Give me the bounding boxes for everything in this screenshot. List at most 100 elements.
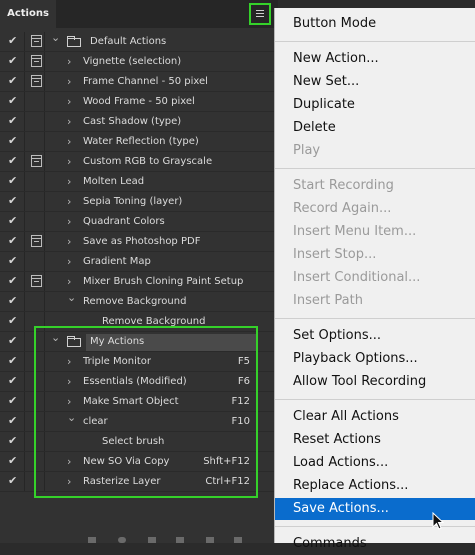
action-row[interactable]: ✔ › Quadrant Colors [0,212,278,232]
toggle-item-checkmark-icon[interactable]: ✔ [8,434,17,448]
column-divider [24,232,25,251]
menu-item-playback-options[interactable]: Playback Options... [293,348,418,370]
toggle-item-checkmark-icon[interactable]: ✔ [8,314,17,328]
toggle-item-checkmark-icon[interactable]: ✔ [8,474,17,488]
menu-item-set-options[interactable]: Set Options... [293,325,381,347]
record-icon[interactable] [118,537,126,543]
action-row[interactable]: ✔ › Custom RGB to Grayscale [0,152,278,172]
chevron-right-icon[interactable]: › [67,252,71,271]
dialog-toggle-icon[interactable] [31,75,42,87]
action-row[interactable]: ✔ › Vignette (selection) [0,52,278,72]
toggle-item-checkmark-icon[interactable]: ✔ [8,354,17,368]
menu-item-insert-path: Insert Path [293,293,363,308]
new-action-icon[interactable] [206,537,214,543]
dialog-toggle-slot[interactable] [30,95,42,107]
menu-item-button-mode[interactable]: Button Mode [293,13,376,35]
chevron-down-icon[interactable]: ⌄ [67,288,76,307]
chevron-right-icon[interactable]: › [67,192,71,211]
dialog-toggle-slot[interactable] [30,175,42,187]
action-row[interactable]: ✔ › Cast Shadow (type) [0,112,278,132]
toggle-item-checkmark-icon[interactable]: ✔ [8,254,17,268]
menu-separator [275,318,475,319]
action-row[interactable]: ✔ › Frame Channel - 50 pixel [0,72,278,92]
dialog-toggle-icon[interactable] [31,235,42,247]
column-divider [24,32,25,51]
menu-item-start-recording: Start Recording [293,178,394,193]
toggle-item-checkmark-icon[interactable]: ✔ [8,214,17,228]
action-row[interactable]: ✔ › Sepia Toning (layer) [0,192,278,212]
menu-item-reset-actions[interactable]: Reset Actions [293,429,381,451]
stop-icon[interactable] [88,537,96,543]
chevron-right-icon[interactable]: › [67,72,71,91]
dialog-toggle-slot[interactable] [30,295,42,307]
menu-item-load-actions[interactable]: Load Actions... [293,452,388,474]
toggle-item-checkmark-icon[interactable]: ✔ [8,374,17,388]
toggle-item-checkmark-icon[interactable]: ✔ [8,74,17,88]
chevron-right-icon[interactable]: › [67,112,71,131]
action-row[interactable]: ✔ ⌄ Remove Background [0,291,278,312]
action-row[interactable]: ✔ › Save as Photoshop PDF [0,232,278,252]
panel-flyout-menu: Button Mode New Action... New Set... Duplic… [274,8,475,551]
trash-icon[interactable] [234,537,242,543]
menu-item-new-set[interactable]: New Set... [293,71,359,93]
dialog-toggle-slot[interactable] [30,135,42,147]
chevron-right-icon[interactable]: › [67,132,71,151]
menu-item-commands[interactable]: Commands [293,533,367,555]
toggle-item-checkmark-icon[interactable]: ✔ [8,294,17,308]
panel-menu-button[interactable] [249,3,271,25]
new-set-icon[interactable] [176,537,184,543]
toggle-item-checkmark-icon[interactable]: ✔ [8,174,17,188]
toggle-item-checkmark-icon[interactable]: ✔ [8,54,17,68]
hamburger-icon-bar [256,16,264,17]
toggle-item-checkmark-icon[interactable]: ✔ [8,194,17,208]
menu-item-allow-tool-recording[interactable]: Allow Tool Recording [293,371,426,393]
action-row[interactable]: ✔ › Wood Frame - 50 pixel [0,92,278,112]
column-divider [24,112,25,131]
toggle-item-checkmark-icon[interactable]: ✔ [8,94,17,108]
toggle-item-checkmark-icon[interactable]: ✔ [8,34,17,48]
tab-actions[interactable]: Actions [0,0,56,30]
menu-item-duplicate[interactable]: Duplicate [293,94,355,116]
action-label: Vignette (selection) [83,56,182,67]
chevron-right-icon[interactable]: › [67,92,71,111]
chevron-right-icon[interactable]: › [67,52,71,71]
dialog-toggle-slot[interactable] [30,195,42,207]
chevron-right-icon[interactable]: › [67,232,71,251]
toggle-item-checkmark-icon[interactable]: ✔ [8,414,17,428]
column-divider [24,372,25,391]
dialog-toggle-icon[interactable] [31,35,42,47]
toggle-item-checkmark-icon[interactable]: ✔ [8,114,17,128]
toggle-item-checkmark-icon[interactable]: ✔ [8,334,17,348]
menu-item-replace-actions[interactable]: Replace Actions... [293,475,408,497]
toggle-item-checkmark-icon[interactable]: ✔ [8,454,17,468]
toggle-item-checkmark-icon[interactable]: ✔ [8,394,17,408]
column-divider [44,32,45,51]
chevron-right-icon[interactable]: › [67,152,71,171]
dialog-toggle-icon[interactable] [31,275,42,287]
dialog-toggle-slot[interactable] [30,115,42,127]
menu-item-delete[interactable]: Delete [293,117,336,139]
dialog-toggle-slot[interactable] [30,215,42,227]
dialog-toggle-icon[interactable] [31,55,42,67]
action-row[interactable]: ✔ › Gradient Map [0,252,278,272]
menu-item-new-action[interactable]: New Action... [293,48,379,70]
action-row[interactable]: ✔ › Mixer Brush Cloning Paint Setup [0,272,278,292]
chevron-down-icon[interactable]: ⌄ [51,28,60,47]
chevron-right-icon[interactable]: › [67,172,71,191]
chevron-right-icon[interactable]: › [67,212,71,231]
toggle-item-checkmark-icon[interactable]: ✔ [8,154,17,168]
action-row[interactable]: ✔ › Molten Lead [0,172,278,192]
toggle-item-checkmark-icon[interactable]: ✔ [8,134,17,148]
column-divider [44,232,45,251]
toggle-item-checkmark-icon[interactable]: ✔ [8,234,17,248]
action-row[interactable]: ✔ › Water Reflection (type) [0,132,278,152]
menu-item-clear-all-actions[interactable]: Clear All Actions [293,406,399,428]
column-divider [24,312,25,331]
play-icon[interactable] [148,537,156,543]
action-set-row[interactable]: ✔ ⌄ Default Actions [0,31,278,52]
toggle-item-checkmark-icon[interactable]: ✔ [8,274,17,288]
dialog-toggle-slot[interactable] [30,255,42,267]
menu-item-save-actions[interactable]: Save Actions... [293,498,389,520]
column-divider [24,92,25,111]
dialog-toggle-icon[interactable] [31,155,42,167]
